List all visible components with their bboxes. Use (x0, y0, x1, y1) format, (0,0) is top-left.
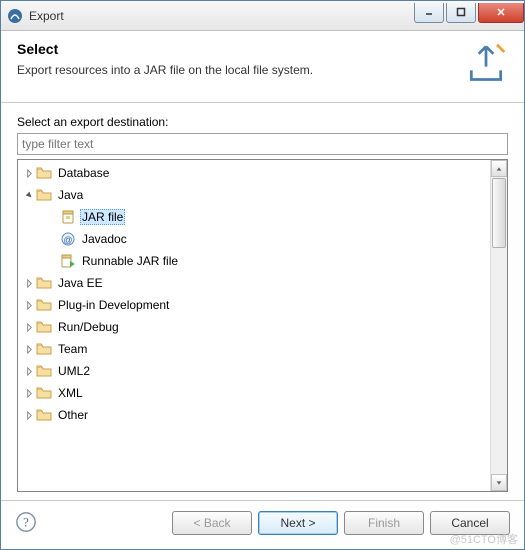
app-icon (7, 8, 23, 24)
chevron-right-icon[interactable] (22, 323, 36, 332)
chevron-down-icon[interactable] (22, 191, 36, 200)
folder-icon (36, 187, 52, 203)
tree-folder[interactable]: UML2 (18, 360, 490, 382)
destination-tree: Database Java JAR file @ Javadoc Runnable JAR… (17, 159, 508, 492)
export-icon (464, 41, 508, 88)
next-button[interactable]: Next > (258, 511, 338, 535)
tree-item-label: Other (56, 407, 90, 423)
chevron-right-icon[interactable] (22, 367, 36, 376)
chevron-right-icon[interactable] (22, 279, 36, 288)
tree-folder[interactable]: Team (18, 338, 490, 360)
chevron-right-icon[interactable] (22, 345, 36, 354)
window-controls (412, 3, 524, 25)
jar-run-icon (60, 253, 76, 269)
tree-item-label: Team (56, 341, 89, 357)
folder-icon (36, 165, 52, 181)
jar-icon (60, 209, 76, 225)
tree-item-label: Javadoc (80, 231, 129, 247)
help-icon[interactable]: ? (15, 511, 39, 535)
folder-icon (36, 319, 52, 335)
tree-item-label: Java EE (56, 275, 105, 291)
tree-folder[interactable]: Java (18, 184, 490, 206)
tree-folder[interactable]: Other (18, 404, 490, 426)
page-description: Export resources into a JAR file on the … (17, 63, 456, 77)
back-button[interactable]: < Back (172, 511, 252, 535)
chevron-right-icon[interactable] (22, 169, 36, 178)
tree-folder[interactable]: Java EE (18, 272, 490, 294)
tree-item-label: Runnable JAR file (80, 253, 180, 269)
window-title: Export (29, 9, 64, 23)
chevron-right-icon[interactable] (22, 301, 36, 310)
tree-item-label: XML (56, 385, 85, 401)
tree-item[interactable]: Runnable JAR file (18, 250, 490, 272)
finish-button[interactable]: Finish (344, 511, 424, 535)
cancel-button[interactable]: Cancel (430, 511, 510, 535)
tree-item[interactable]: @ Javadoc (18, 228, 490, 250)
tree-item-label: Database (56, 165, 111, 181)
scroll-thumb[interactable] (492, 178, 506, 248)
tree-item-label: Plug-in Development (56, 297, 171, 313)
tree-folder[interactable]: Run/Debug (18, 316, 490, 338)
folder-icon (36, 297, 52, 313)
chevron-right-icon[interactable] (22, 389, 36, 398)
title-bar: Export (1, 1, 524, 31)
close-button[interactable] (478, 3, 524, 23)
scroll-up-icon[interactable] (491, 160, 507, 177)
wizard-header: Select Export resources into a JAR file … (1, 31, 524, 103)
tree-scrollbar[interactable] (490, 160, 507, 491)
folder-icon (36, 275, 52, 291)
minimize-button[interactable] (414, 3, 444, 23)
svg-text:@: @ (63, 235, 72, 245)
wizard-footer: ? < Back Next > Finish Cancel (1, 500, 524, 549)
scroll-down-icon[interactable] (491, 474, 507, 491)
tree-item-label: Run/Debug (56, 319, 121, 335)
tree-item-label: UML2 (56, 363, 92, 379)
chevron-right-icon[interactable] (22, 411, 36, 420)
javadoc-icon: @ (60, 231, 76, 247)
export-wizard-window: Export Select Export resources into a JA… (0, 0, 525, 550)
tree-item[interactable]: JAR file (18, 206, 490, 228)
folder-icon (36, 407, 52, 423)
tree-folder[interactable]: XML (18, 382, 490, 404)
svg-text:?: ? (23, 516, 29, 530)
folder-icon (36, 363, 52, 379)
folder-icon (36, 385, 52, 401)
tree-item-label: Java (56, 187, 85, 203)
maximize-button[interactable] (446, 3, 476, 23)
filter-input[interactable] (17, 133, 508, 155)
folder-icon (36, 341, 52, 357)
tree-folder[interactable]: Database (18, 162, 490, 184)
tree-folder[interactable]: Plug-in Development (18, 294, 490, 316)
destination-label: Select an export destination: (17, 115, 508, 129)
tree-item-label: JAR file (80, 209, 125, 225)
wizard-body: Select an export destination: Database Ja… (1, 103, 524, 500)
page-title: Select (17, 41, 456, 57)
